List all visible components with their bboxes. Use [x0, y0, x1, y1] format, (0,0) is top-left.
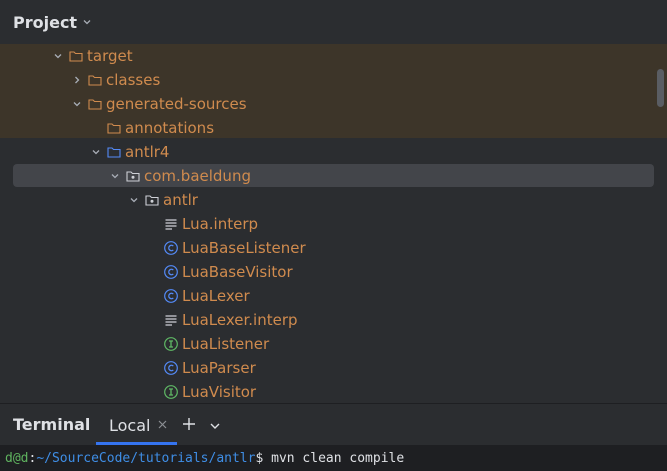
- tree-item-label: antlr4: [125, 143, 170, 161]
- class-icon: [163, 240, 179, 256]
- tree-item-label: generated-sources: [106, 95, 247, 113]
- tree-item-label: Lua.interp: [182, 215, 259, 233]
- chevron-down-icon[interactable]: [208, 418, 222, 432]
- close-icon[interactable]: [158, 418, 167, 433]
- tree-item-lualistener[interactable]: LuaListener: [0, 332, 667, 356]
- tree-item-label: LuaBaseListener: [182, 239, 306, 257]
- chevron-down-icon[interactable]: [52, 44, 64, 68]
- class-icon: [163, 360, 179, 376]
- prompt-user: d@d: [5, 450, 29, 466]
- chevron-down-icon[interactable]: [71, 92, 83, 116]
- tree-item-antlr[interactable]: antlr: [0, 188, 667, 212]
- tree-item-lualexer[interactable]: LuaLexer: [0, 284, 667, 308]
- tree-item-label: LuaBaseVisitor: [182, 263, 293, 281]
- interface-icon: [163, 384, 179, 400]
- tree-item-label: antlr: [163, 191, 198, 209]
- prompt-symbol: $: [255, 450, 264, 466]
- chevron-down-icon[interactable]: [109, 164, 121, 188]
- tab-local-label: Local: [109, 415, 151, 435]
- interface-icon: [163, 336, 179, 352]
- terminal-command: mvn clean compile: [263, 450, 405, 466]
- prompt-separator: :: [28, 450, 37, 466]
- chevron-down-icon[interactable]: [82, 17, 92, 30]
- tab-local[interactable]: Local: [96, 404, 177, 446]
- class-icon: [163, 288, 179, 304]
- terminal-output[interactable]: d@d: ~/SourceCode/tutorials/antlr $ mvn cl…: [0, 445, 667, 471]
- package-icon: [144, 192, 160, 208]
- tree-item-label: LuaParser: [182, 359, 256, 377]
- tree-item-classes[interactable]: classes: [0, 68, 667, 92]
- tree-item-luabasevisitor[interactable]: LuaBaseVisitor: [0, 260, 667, 284]
- tree-item-label: LuaLexer: [182, 287, 250, 305]
- chevron-right-icon[interactable]: [71, 68, 83, 92]
- project-panel-header: Project: [0, 0, 667, 44]
- tree-item-label: LuaVisitor: [182, 383, 257, 401]
- class-icon: [163, 264, 179, 280]
- prompt-path: ~/SourceCode/tutorials/antlr: [36, 450, 256, 466]
- tree-item-luaparser[interactable]: LuaParser: [0, 356, 667, 380]
- terminal-title: Terminal: [13, 415, 91, 434]
- tree-item-label: LuaLexer.interp: [182, 311, 298, 329]
- text-file-icon: [163, 312, 179, 328]
- tree-item-antlr4[interactable]: antlr4: [0, 140, 667, 164]
- tree-item-label: annotations: [125, 119, 215, 137]
- folder-icon: [87, 96, 103, 112]
- plus-icon[interactable]: [181, 416, 197, 432]
- tree-item-luavisitor[interactable]: LuaVisitor: [0, 380, 667, 402]
- tree-item-label: target: [87, 47, 133, 65]
- tree-item-label: com.baeldung: [144, 167, 251, 185]
- chevron-down-icon[interactable]: [128, 188, 140, 212]
- tree-item-label: LuaListener: [182, 335, 270, 353]
- tree-item-lualexer-interp[interactable]: LuaLexer.interp: [0, 308, 667, 332]
- tree-item-target[interactable]: target: [0, 44, 667, 68]
- source-root-folder-icon: [106, 144, 122, 160]
- tree-scrollbar[interactable]: [657, 69, 664, 107]
- tree-item-label: classes: [106, 71, 161, 89]
- tree-item-lua-interp[interactable]: Lua.interp: [0, 212, 667, 236]
- text-file-icon: [163, 216, 179, 232]
- tree-item-com-baeldung[interactable]: com.baeldung: [0, 164, 667, 188]
- folder-icon: [68, 48, 84, 64]
- chevron-down-icon[interactable]: [90, 140, 102, 164]
- tree-item-annotations[interactable]: annotations: [0, 116, 667, 140]
- tree-item-generated-sources[interactable]: generated-sources: [0, 92, 667, 116]
- terminal-header: Terminal Local: [0, 403, 667, 445]
- tree-item-luabaselistener[interactable]: LuaBaseListener: [0, 236, 667, 260]
- folder-icon: [87, 72, 103, 88]
- folder-icon: [106, 120, 122, 136]
- project-panel-title[interactable]: Project: [13, 13, 77, 32]
- package-icon: [125, 168, 141, 184]
- project-tree: target classes generated-sources annotat…: [0, 44, 667, 402]
